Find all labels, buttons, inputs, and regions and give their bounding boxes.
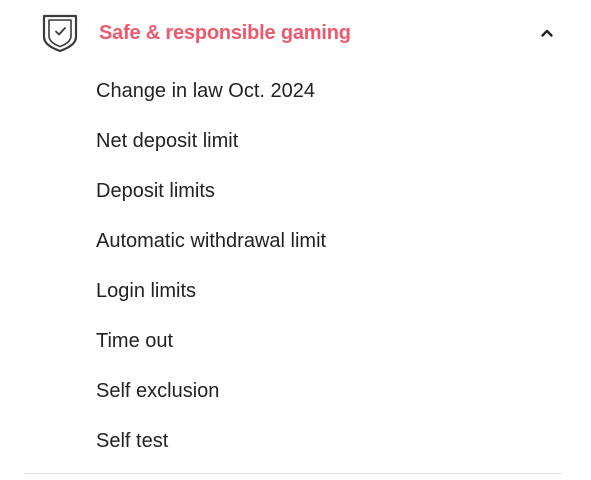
menu-item-automatic-withdrawal-limit[interactable]: Automatic withdrawal limit xyxy=(96,220,536,270)
safe-gaming-accordion: Safe & responsible gaming Change in law … xyxy=(24,0,562,474)
chevron-up-icon[interactable] xyxy=(539,25,555,41)
accordion-content: Change in law Oct. 2024 Net deposit limi… xyxy=(96,70,536,470)
menu-item-net-deposit-limit[interactable]: Net deposit limit xyxy=(96,120,536,170)
accordion-title: Safe & responsible gaming xyxy=(99,22,351,44)
menu-item-self-exclusion[interactable]: Self exclusion xyxy=(96,370,536,420)
menu-item-deposit-limits[interactable]: Deposit limits xyxy=(96,170,536,220)
safe-gaming-accordion-header[interactable]: Safe & responsible gaming xyxy=(24,0,562,70)
menu-item-change-in-law[interactable]: Change in law Oct. 2024 xyxy=(96,70,536,120)
menu-item-time-out[interactable]: Time out xyxy=(96,320,536,370)
menu-item-self-test[interactable]: Self test xyxy=(96,420,536,470)
menu-item-login-limits[interactable]: Login limits xyxy=(96,270,536,320)
shield-check-icon xyxy=(41,13,79,53)
